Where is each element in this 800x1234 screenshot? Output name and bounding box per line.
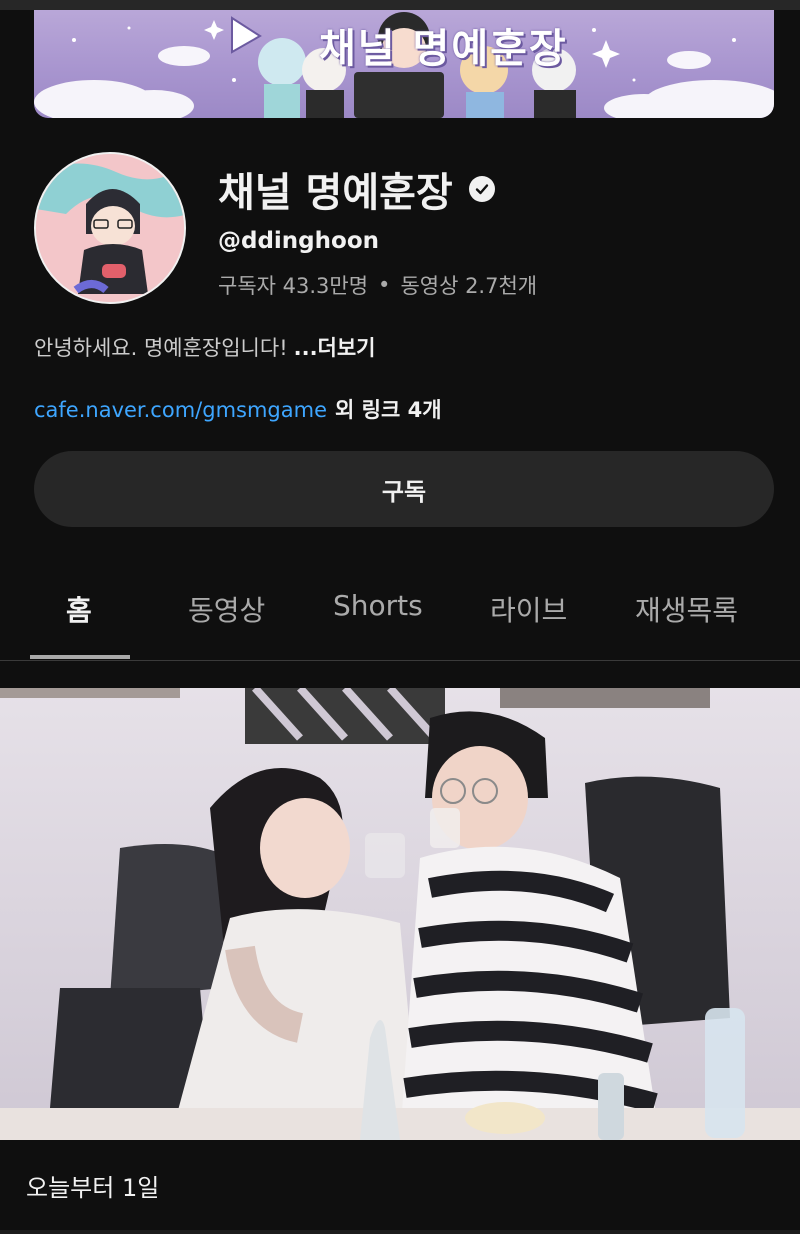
channel-handle: @ddinghoon [218,228,379,254]
stats-separator: • [378,273,391,297]
tab-playlists[interactable]: 재생목록 [635,589,738,629]
channel-link[interactable]: cafe.naver.com/gmsmgame [34,398,327,422]
extra-links-button[interactable]: 외 링크 4개 [335,398,442,422]
avatar-illustration [36,154,184,302]
channel-stats: 구독자 43.3만명 • 동영상 2.7천개 [218,270,537,300]
subscriber-count: 구독자 43.3만명 [218,274,369,298]
channel-avatar[interactable] [34,152,186,304]
channel-tabs: 홈 동영상 Shorts 라이브 재생목록 [0,575,800,661]
channel-banner: 채널 명예훈장 [34,10,774,118]
tab-home[interactable]: 홈 [66,589,92,629]
tab-live[interactable]: 라이브 [490,589,567,629]
more-link[interactable]: ...더보기 [294,336,376,360]
channel-name: 채널 명예훈장 [218,170,453,216]
tab-videos[interactable]: 동영상 [188,589,265,629]
featured-video-thumbnail[interactable] [0,688,800,1140]
tab-shorts[interactable]: Shorts [333,589,423,622]
video-count: 동영상 2.7천개 [400,274,538,298]
description-text: 안녕하세요. 명예훈장입니다! [34,336,288,360]
subscribe-button[interactable]: 구독 [34,451,774,527]
banner-title: 채널 명예훈장 [319,26,568,72]
channel-title: 채널 명예훈장 [218,160,495,218]
status-bar [0,0,800,10]
channel-description[interactable]: 안녕하세요. 명예훈장입니다! ...더보기 [34,332,376,362]
bottom-divider [0,1230,800,1234]
video-title[interactable]: 오늘부터 1일 [26,1168,159,1203]
video-thumbnail-image [0,688,800,1140]
active-tab-indicator [30,655,130,659]
verified-check-icon [468,176,495,202]
channel-links: cafe.naver.com/gmsmgame 외 링크 4개 [34,394,442,424]
